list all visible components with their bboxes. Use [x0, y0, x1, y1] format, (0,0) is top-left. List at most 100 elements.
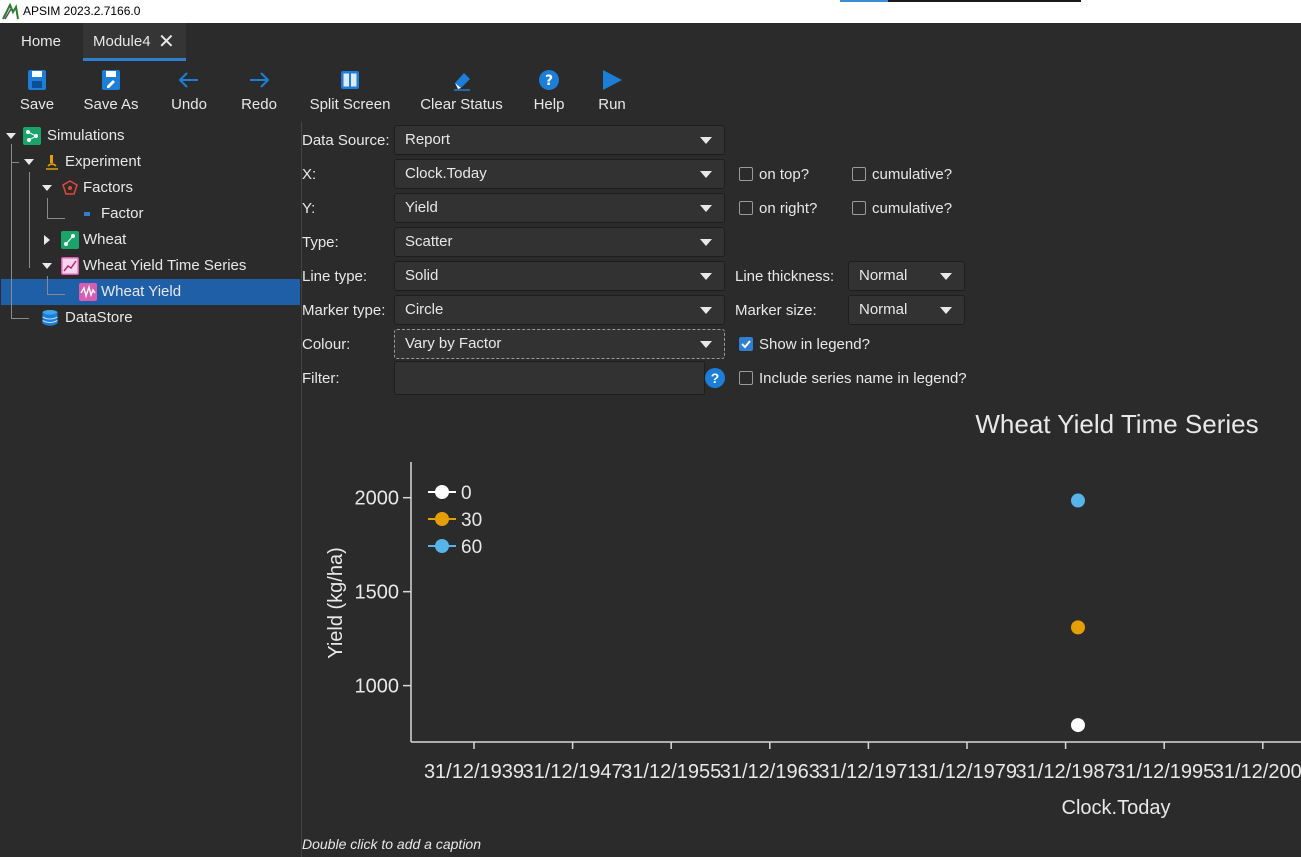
- data-source-value: Report: [405, 131, 451, 148]
- checkbox-box[interactable]: [852, 201, 866, 215]
- tree-item-experiment[interactable]: Experiment: [0, 149, 300, 175]
- save-as-button[interactable]: Save As: [80, 61, 142, 122]
- expand-right-icon[interactable]: [44, 235, 50, 245]
- x-dropdown[interactable]: Clock.Today: [394, 159, 725, 189]
- checkbox-box[interactable]: [739, 167, 753, 181]
- line-type-dropdown[interactable]: Solid: [394, 261, 725, 291]
- expand-down-icon[interactable]: [42, 263, 52, 269]
- y-cumulative-label: cumulative?: [872, 200, 953, 217]
- chevron-down-icon: [940, 273, 952, 280]
- arrow-right-icon: [250, 72, 270, 88]
- filter-label: Filter:: [302, 370, 340, 387]
- chart-caption: Double click to add a caption: [302, 836, 481, 852]
- tree-label-wheat-yield: Wheat Yield: [101, 283, 182, 300]
- line-type-value: Solid: [405, 267, 439, 284]
- marker-type-value: Circle: [405, 301, 444, 318]
- expand-down-icon[interactable]: [6, 133, 16, 139]
- line-thickness-label: Line thickness:: [735, 268, 835, 285]
- chevron-down-icon: [700, 239, 712, 246]
- yield-scatter-chart: Wheat Yield Time Series 1000 1500 2000 31/1…: [325, 409, 1301, 819]
- checkbox-box[interactable]: [739, 201, 753, 215]
- tree-item-factor[interactable]: Factor: [0, 201, 300, 227]
- chart-legend: 0 30 60: [428, 483, 482, 558]
- type-dropdown[interactable]: Scatter: [394, 227, 725, 257]
- tree-item-simulations[interactable]: Simulations: [0, 123, 300, 149]
- filter-help-icon[interactable]: ?: [705, 368, 725, 388]
- close-icon[interactable]: ✕: [158, 23, 175, 61]
- colour-dropdown[interactable]: Vary by Factor: [394, 329, 725, 359]
- x-value: Clock.Today: [405, 165, 487, 182]
- line-type-label: Line type:: [302, 268, 368, 285]
- clear-status-button[interactable]: Clear Status: [418, 61, 505, 122]
- line-thickness-dropdown[interactable]: Normal: [848, 261, 965, 291]
- titlebar-dark-strip: [888, 0, 1081, 2]
- tree-item-datastore[interactable]: DataStore: [0, 305, 300, 331]
- checkbox-box[interactable]: [739, 371, 753, 385]
- data-point: [1070, 493, 1085, 508]
- redo-button[interactable]: Redo: [234, 61, 284, 122]
- x-tick-label: 31/12/1947: [523, 761, 623, 783]
- data-point: [1070, 620, 1085, 635]
- help-button[interactable]: ? Help: [524, 61, 574, 122]
- x-tick-label: 31/12/1995: [1114, 761, 1214, 783]
- data-source-dropdown[interactable]: Report: [394, 125, 725, 155]
- include-series-name-label: Include series name in legend?: [759, 370, 967, 387]
- tree-label-experiment: Experiment: [65, 153, 141, 170]
- series-icon: [79, 283, 97, 301]
- chevron-down-icon: [700, 307, 712, 314]
- tab-bar: Home Module4 ✕: [0, 23, 1301, 61]
- microscope-icon: [46, 155, 58, 170]
- chart-axes: [410, 462, 1301, 743]
- tree-label-wheat: Wheat: [83, 231, 127, 248]
- chevron-down-icon: [700, 273, 712, 280]
- tree-label-wheat-yield-time-series: Wheat Yield Time Series: [83, 257, 247, 274]
- marker-size-value: Normal: [859, 301, 908, 318]
- y-tick-label: 1500: [355, 582, 400, 604]
- tree-item-wheat-yield-time-series[interactable]: Wheat Yield Time Series: [0, 253, 300, 279]
- x-tick-label: 31/12/1971: [818, 761, 918, 783]
- split-screen-button[interactable]: Split Screen: [306, 61, 394, 122]
- type-label: Type:: [302, 234, 339, 251]
- undo-button[interactable]: Undo: [164, 61, 214, 122]
- marker-type-dropdown[interactable]: Circle: [394, 295, 725, 325]
- checkbox-box-checked[interactable]: [739, 337, 753, 351]
- legend-marker: [435, 512, 449, 526]
- tree-label-factor: Factor: [101, 205, 144, 222]
- save-button[interactable]: Save: [12, 61, 62, 122]
- tab-home[interactable]: Home: [21, 23, 61, 61]
- tree-item-wheat[interactable]: Wheat: [0, 227, 300, 253]
- x-tick-label: 31/12/2003: [1213, 761, 1301, 783]
- save-icon: [28, 70, 46, 90]
- chart-ticks: 10001500200031/12/193931/12/194731/12/19…: [355, 488, 1301, 783]
- window-title: APSIM 2023.2.7166.0: [23, 4, 141, 18]
- tree-label-simulations: Simulations: [47, 127, 125, 144]
- tree-label-factors: Factors: [83, 179, 134, 196]
- save-as-icon: [102, 70, 120, 90]
- legend-label: 30: [461, 510, 482, 531]
- toolbar: Save Save As Undo Redo Split Screen Clea…: [0, 61, 1301, 122]
- x-tick-label: 31/12/1955: [621, 761, 721, 783]
- expand-down-icon[interactable]: [24, 159, 34, 165]
- y-on-right-label: on right?: [759, 200, 818, 217]
- y-value: Yield: [405, 199, 438, 216]
- colour-value: Vary by Factor: [405, 335, 502, 352]
- chevron-down-icon: [700, 205, 712, 212]
- run-label: Run: [598, 96, 626, 113]
- expand-down-icon[interactable]: [42, 185, 52, 191]
- legend-label: 0: [461, 483, 472, 504]
- help-icon: ?: [539, 70, 559, 90]
- save-label: Save: [19, 96, 55, 113]
- tree-label-datastore: DataStore: [65, 309, 133, 326]
- y-dropdown[interactable]: Yield: [394, 193, 725, 223]
- y-tick-label: 2000: [355, 488, 400, 510]
- filter-input[interactable]: [394, 361, 705, 395]
- legend-marker: [435, 539, 449, 553]
- checkbox-box[interactable]: [852, 167, 866, 181]
- tree-item-factors[interactable]: Factors: [0, 175, 300, 201]
- run-button[interactable]: Run: [590, 61, 634, 122]
- tab-module4[interactable]: Module4 ✕: [83, 23, 186, 61]
- marker-size-dropdown[interactable]: Normal: [848, 295, 965, 325]
- tree-item-wheat-yield[interactable]: Wheat Yield: [0, 279, 300, 305]
- chevron-down-icon: [700, 137, 712, 144]
- eraser-icon: [453, 73, 470, 91]
